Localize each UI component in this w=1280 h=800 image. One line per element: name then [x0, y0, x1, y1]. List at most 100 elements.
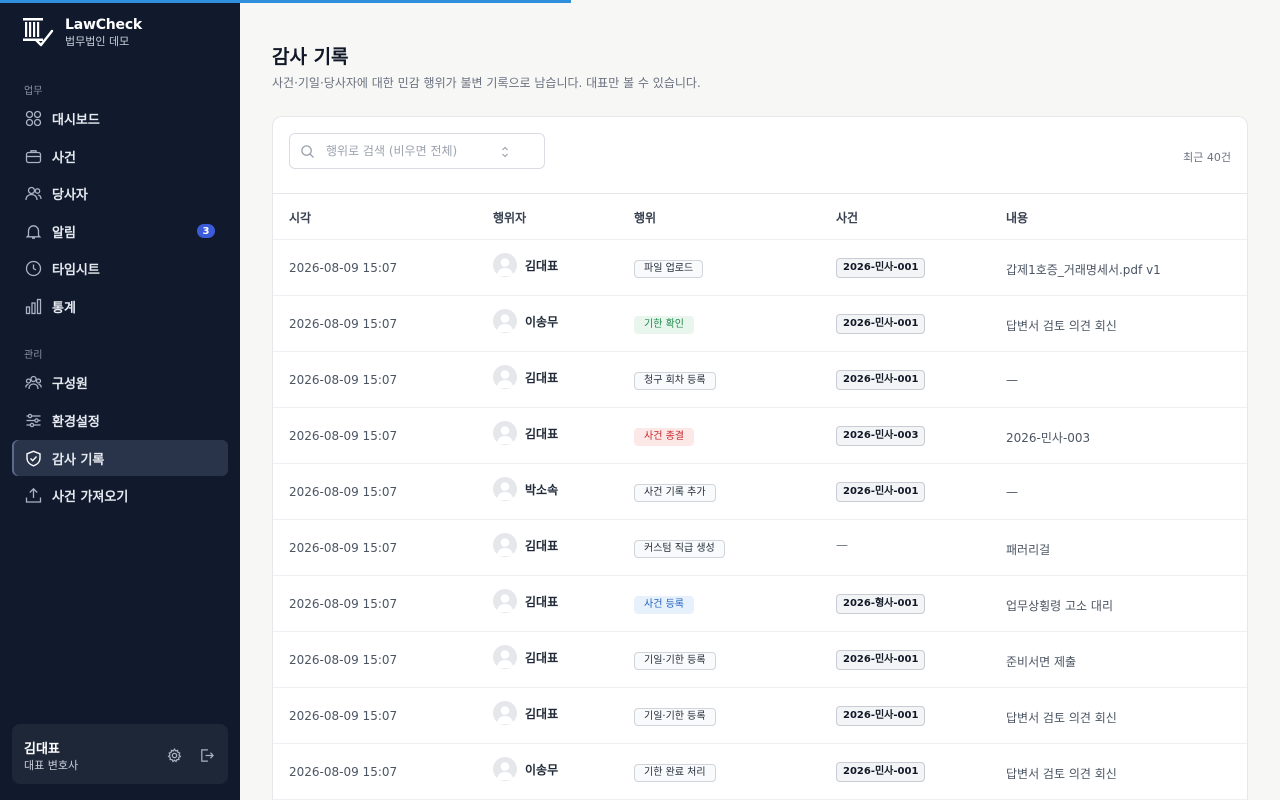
sidebar-item-parties[interactable]: 당사자 [12, 175, 228, 211]
avatar [493, 421, 517, 445]
app-subtitle: 법무법인 데모 [65, 35, 130, 48]
action-tag: 기한 확인 [634, 316, 694, 334]
cell-time: 2026-08-09 15:07 [289, 653, 398, 667]
table-row[interactable]: 2026-08-09 15:07 김대표 기일·기한 등록 2026-민사-001 답변… [273, 688, 1247, 744]
case-empty: — [836, 538, 848, 552]
actor-name: 김대표 [525, 706, 559, 721]
sidebar-item-label: 대시보드 [52, 112, 100, 128]
gear-icon [167, 747, 181, 762]
sidebar-item-notifications[interactable]: 알림 3 [12, 213, 228, 249]
bell-icon [24, 222, 42, 240]
avatar [493, 253, 517, 277]
search-input[interactable] [326, 144, 496, 158]
sidebar-item-audit-log[interactable]: 감사 기록 [12, 440, 228, 476]
sidebar-item-label: 통계 [52, 300, 76, 316]
cell-content: 업무상횡령 고소 대리 [1006, 599, 1113, 613]
cell-actor: 김대표 [493, 421, 558, 445]
logout-button[interactable] [197, 746, 215, 764]
app-name: LawCheck [65, 17, 143, 33]
avatar [493, 533, 517, 557]
action-tag: 사건 등록 [634, 596, 694, 614]
actor-name: 김대표 [525, 426, 559, 441]
cell-content: 답변서 검토 의견 회신 [1006, 767, 1117, 781]
users-icon [24, 184, 42, 202]
table-row[interactable]: 2026-08-09 15:07 김대표 기일·기한 등록 2026-민사-001 준비… [273, 632, 1247, 688]
action-tag: 파일 업로드 [634, 260, 704, 278]
avatar [493, 589, 517, 613]
record-count: 최근 40건 [1183, 151, 1231, 164]
table-row[interactable]: 2026-08-09 15:07 이송무 기한 완료 처리 2026-민사-001 답변… [273, 744, 1247, 800]
table-row[interactable]: 2026-08-09 15:07 박소속 사건 기록 추가 2026-민사-001 — [273, 464, 1247, 520]
search-icon [300, 143, 316, 159]
grid-icon [24, 109, 42, 127]
cell-actor: 이송무 [493, 309, 558, 333]
cell-content: 2026-민사-003 [1006, 431, 1091, 445]
sidebar-item-members[interactable]: 구성원 [12, 364, 228, 400]
sidebar-item-dashboard[interactable]: 대시보드 [12, 100, 228, 136]
case-number-tag[interactable]: 2026-민사-001 [836, 650, 926, 670]
case-number-tag[interactable]: 2026-민사-001 [836, 370, 926, 390]
table-row[interactable]: 2026-08-09 15:07 김대표 사건 종결 2026-민사-003 2026-… [273, 408, 1247, 464]
case-number-tag[interactable]: 2026-민사-001 [836, 762, 926, 782]
brand[interactable]: LawCheck 법무법인 데모 [22, 16, 142, 49]
column-header-action: 행위 [634, 211, 657, 225]
law-logo-icon [23, 18, 54, 47]
case-number-tag[interactable]: 2026-민사-001 [836, 482, 926, 502]
case-number-tag[interactable]: 2026-민사-001 [836, 706, 926, 726]
audit-log-card: 최근 40건 시각 행위자 행위 사건 내용 2026-08-09 15:07 김… [272, 116, 1248, 800]
sidebar-item-label: 타임시트 [52, 262, 100, 278]
sidebar-item-import-cases[interactable]: 사건 가져오기 [12, 477, 228, 513]
cell-actor: 김대표 [493, 365, 558, 389]
cell-actor: 박소속 [493, 477, 558, 501]
cell-actor: 김대표 [493, 701, 558, 725]
cell-actor: 김대표 [493, 253, 558, 277]
notification-count-badge: 3 [197, 224, 215, 238]
cell-action: 기한 확인 [634, 316, 694, 334]
cell-case: 2026-민사-001 [836, 762, 926, 782]
case-number-tag[interactable]: 2026-형사-001 [836, 594, 926, 614]
cell-time: 2026-08-09 15:07 [289, 597, 398, 611]
sidebar-item-statistics[interactable]: 통계 [12, 288, 228, 324]
action-tag: 기한 완료 처리 [634, 764, 716, 782]
cell-time: 2026-08-09 15:07 [289, 709, 398, 723]
table-row[interactable]: 2026-08-09 15:07 김대표 파일 업로드 2026-민사-001 갑제1호… [273, 240, 1247, 296]
page-title: 감사 기록 [272, 46, 349, 68]
sidebar-item-settings[interactable]: 환경설정 [12, 402, 228, 438]
user-role: 대표 변호사 [24, 759, 79, 772]
search-box[interactable] [289, 133, 545, 169]
actor-name: 이송무 [525, 314, 559, 329]
action-tag: 기일·기한 등록 [634, 652, 716, 670]
cell-content: 준비서면 제출 [1006, 655, 1077, 669]
avatar [493, 477, 517, 501]
sidebar-item-label: 알림 [52, 225, 76, 241]
table-row[interactable]: 2026-08-09 15:07 이송무 기한 확인 2026-민사-001 답변서 검… [273, 296, 1247, 352]
action-tag: 커스텀 직급 생성 [634, 540, 725, 558]
page-description: 사건·기일·당사자에 대한 민감 행위가 불변 기록으로 남습니다. 대표만 볼… [272, 76, 701, 90]
table-row[interactable]: 2026-08-09 15:07 김대표 사건 등록 2026-형사-001 업무상횡령… [273, 576, 1247, 632]
cell-action: 사건 종결 [634, 428, 694, 446]
table-row[interactable]: 2026-08-09 15:07 김대표 청구 회차 등록 2026-민사-001 — [273, 352, 1247, 408]
column-header-time: 시각 [289, 211, 312, 225]
cell-action: 기일·기한 등록 [634, 652, 716, 670]
cell-actor: 김대표 [493, 589, 558, 613]
cell-case: 2026-민사-001 [836, 482, 926, 502]
case-number-tag[interactable]: 2026-민사-003 [836, 426, 926, 446]
chevron-updown-icon[interactable] [500, 145, 510, 159]
briefcase-icon [24, 147, 42, 165]
cell-case: 2026-민사-001 [836, 370, 926, 390]
case-number-tag[interactable]: 2026-민사-001 [836, 314, 926, 334]
table-row[interactable]: 2026-08-09 15:07 김대표 커스텀 직급 생성 — 패러리걸 [273, 520, 1247, 576]
actor-name: 박소속 [525, 482, 559, 497]
cell-content: 답변서 검토 의견 회신 [1006, 711, 1117, 725]
cell-action: 사건 등록 [634, 596, 694, 614]
avatar [493, 309, 517, 333]
sidebar-item-timesheet[interactable]: 타임시트 [12, 250, 228, 286]
cell-content: — [1006, 485, 1018, 499]
cell-content: 패러리걸 [1006, 543, 1051, 557]
sidebar-item-label: 감사 기록 [52, 452, 105, 468]
column-header-case: 사건 [836, 211, 859, 225]
sidebar-item-label: 환경설정 [52, 414, 100, 430]
case-number-tag[interactable]: 2026-민사-001 [836, 258, 926, 278]
sidebar-item-cases[interactable]: 사건 [12, 138, 228, 174]
settings-button[interactable] [165, 746, 183, 764]
